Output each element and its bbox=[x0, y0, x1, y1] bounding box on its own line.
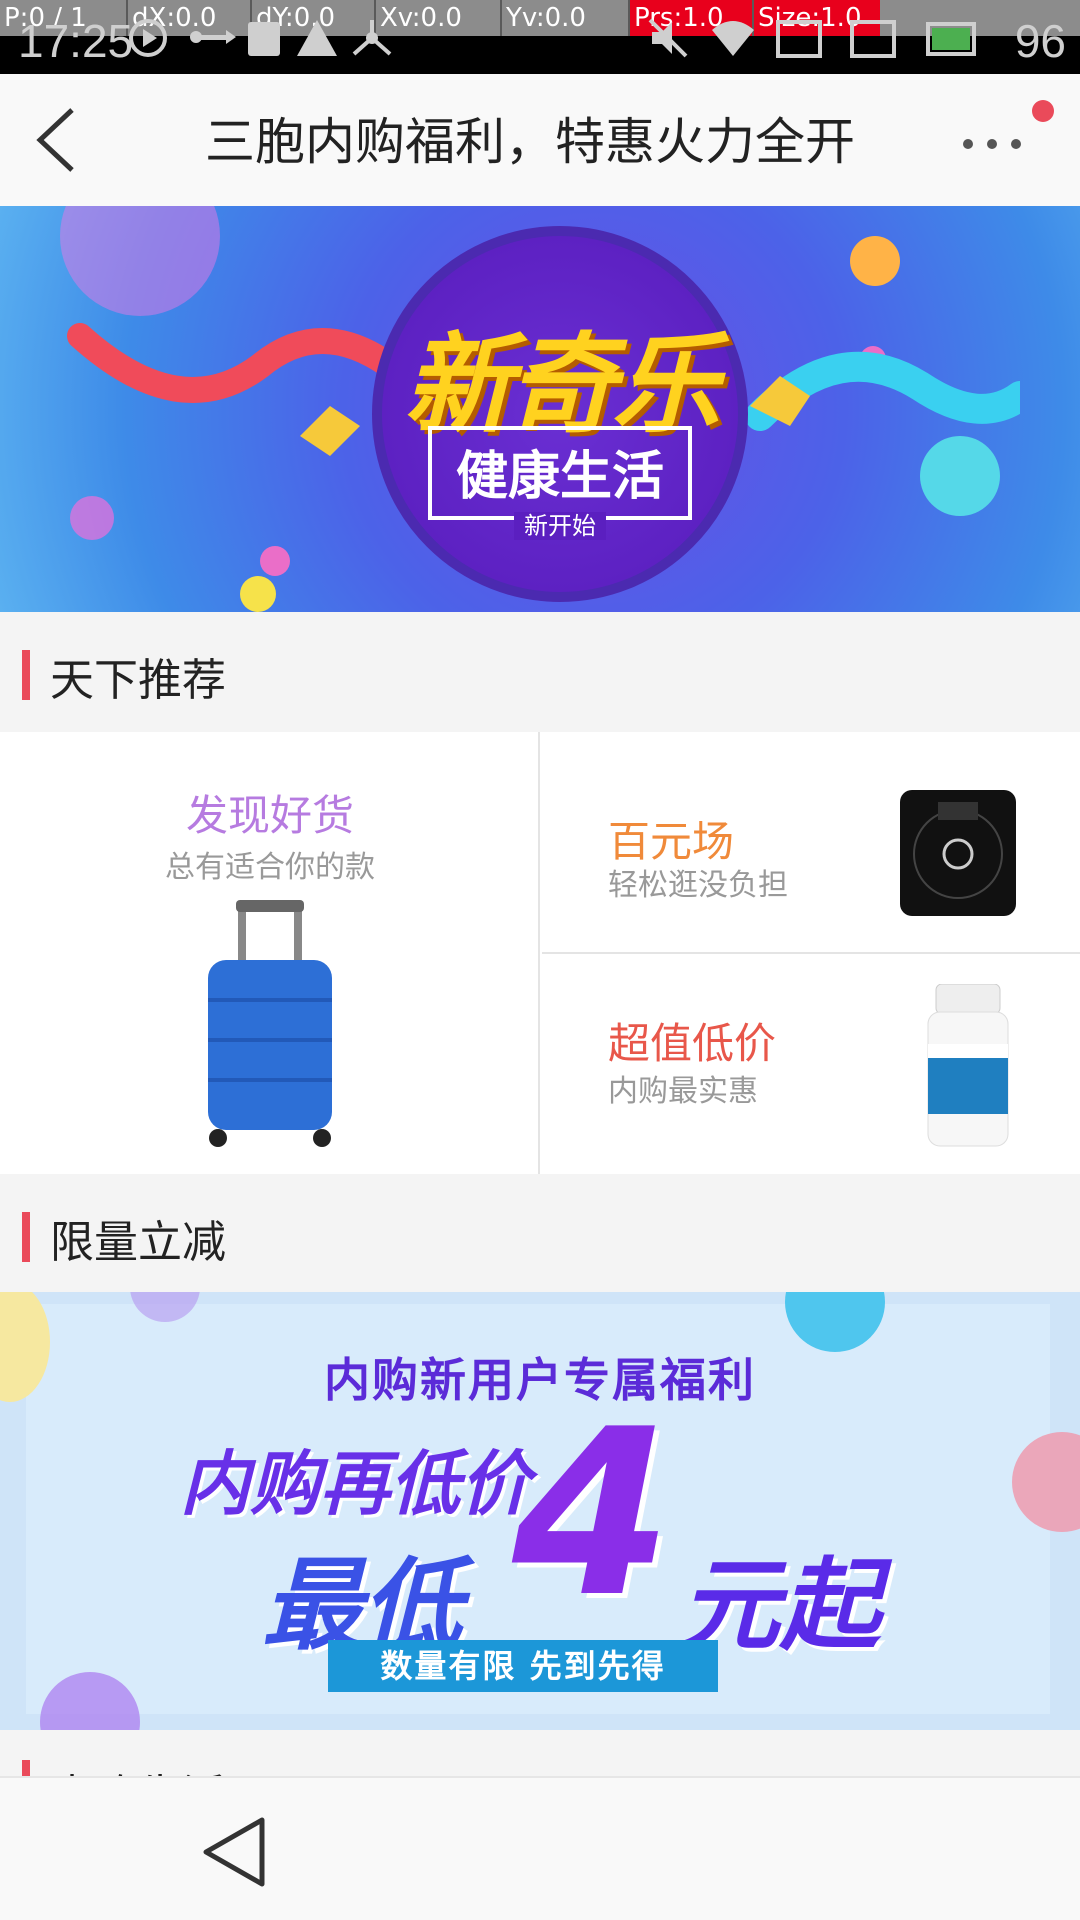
decor-bubble bbox=[70, 496, 114, 540]
banner-subtitle: 健康生活 bbox=[455, 447, 664, 507]
section-accent-bar bbox=[22, 650, 30, 700]
supplement-bottle-image bbox=[927, 984, 1009, 1147]
page-title: 三胞内购福利，特惠火力全开 bbox=[205, 113, 855, 171]
system-nav-bar bbox=[0, 1776, 1080, 1920]
decor-bubble bbox=[240, 576, 276, 612]
recommend-card-discover[interactable]: 发现好货 总有适合你的款 bbox=[0, 732, 540, 1174]
title-bar: 三胞内购福利，特惠火力全开 bbox=[0, 74, 1080, 208]
card-title: 发现好货 bbox=[185, 791, 354, 840]
more-menu-button[interactable] bbox=[960, 114, 1030, 174]
usb-icon bbox=[190, 30, 236, 44]
banner-tagline-wrap: 新开始 bbox=[428, 506, 692, 541]
nav-back-button[interactable] bbox=[200, 1816, 270, 1888]
section-accent-bar bbox=[22, 1212, 30, 1262]
wifi-icon bbox=[712, 21, 754, 56]
warning-icon bbox=[297, 20, 337, 56]
section-title-recommend: 天下推荐 bbox=[50, 655, 226, 706]
suitcase-image bbox=[208, 900, 332, 1147]
scale-image bbox=[900, 790, 1016, 916]
sim1-icon bbox=[776, 20, 822, 58]
back-button[interactable] bbox=[30, 104, 90, 176]
sim2-icon bbox=[850, 20, 896, 58]
section-accent-bar bbox=[22, 1760, 30, 1776]
status-bar: P:0 / 1 dX:0.0 dY:0.0 Xv:0.0 Yv:0.0 Prs:… bbox=[0, 0, 1080, 74]
promo-banner-healthy-living[interactable]: 新奇乐 健康生活 新开始 bbox=[0, 206, 1080, 612]
decor-bubble bbox=[260, 546, 290, 576]
recommend-card-hundred-yuan[interactable]: 百元场 轻松逛没负担 bbox=[542, 732, 1080, 954]
mute-icon bbox=[648, 18, 688, 58]
notification-dot bbox=[1032, 100, 1054, 122]
section-header-limited: 限量立减 bbox=[0, 1174, 1080, 1292]
section-header-recommend: 天下推荐 bbox=[0, 612, 1080, 730]
banner-line-1: 内购再低价 bbox=[180, 1443, 530, 1525]
status-time: 17:25 bbox=[18, 15, 134, 67]
banner-tagline: 新开始 bbox=[514, 512, 606, 540]
sd-card-icon bbox=[248, 22, 280, 56]
debug-yv: Yv:0.0 bbox=[500, 0, 628, 36]
section-title-limited: 限量立减 bbox=[50, 1217, 226, 1268]
battery-level: 96 bbox=[1014, 15, 1066, 67]
banner-limited-strip: 数量有限 先到先得 bbox=[328, 1640, 718, 1692]
battery-icon bbox=[926, 22, 976, 56]
recommend-card-low-price[interactable]: 超值低价 内购最实惠 bbox=[542, 954, 1080, 1174]
share-icon bbox=[352, 20, 392, 56]
promo-banner-new-user[interactable]: 内购新用户专属福利 内购再低价 最低 4 元起 数量有限 先到先得 bbox=[0, 1292, 1080, 1730]
card-subtitle: 总有适合你的款 bbox=[165, 850, 375, 885]
banner-price-number: 4 bbox=[512, 1381, 673, 1648]
section-header-third: 内购生活 bbox=[0, 1730, 1080, 1776]
play-icon bbox=[129, 19, 167, 57]
card-subtitle: 轻松逛没负担 bbox=[608, 868, 788, 903]
recommend-grid: 发现好货 总有适合你的款 百元场 轻松逛没负担 超值低价 内购最实惠 bbox=[0, 732, 1080, 1174]
section-title-third: 内购生活 bbox=[50, 1760, 226, 1776]
card-subtitle: 内购最实惠 bbox=[608, 1074, 758, 1109]
card-title: 超值低价 bbox=[608, 1019, 777, 1068]
